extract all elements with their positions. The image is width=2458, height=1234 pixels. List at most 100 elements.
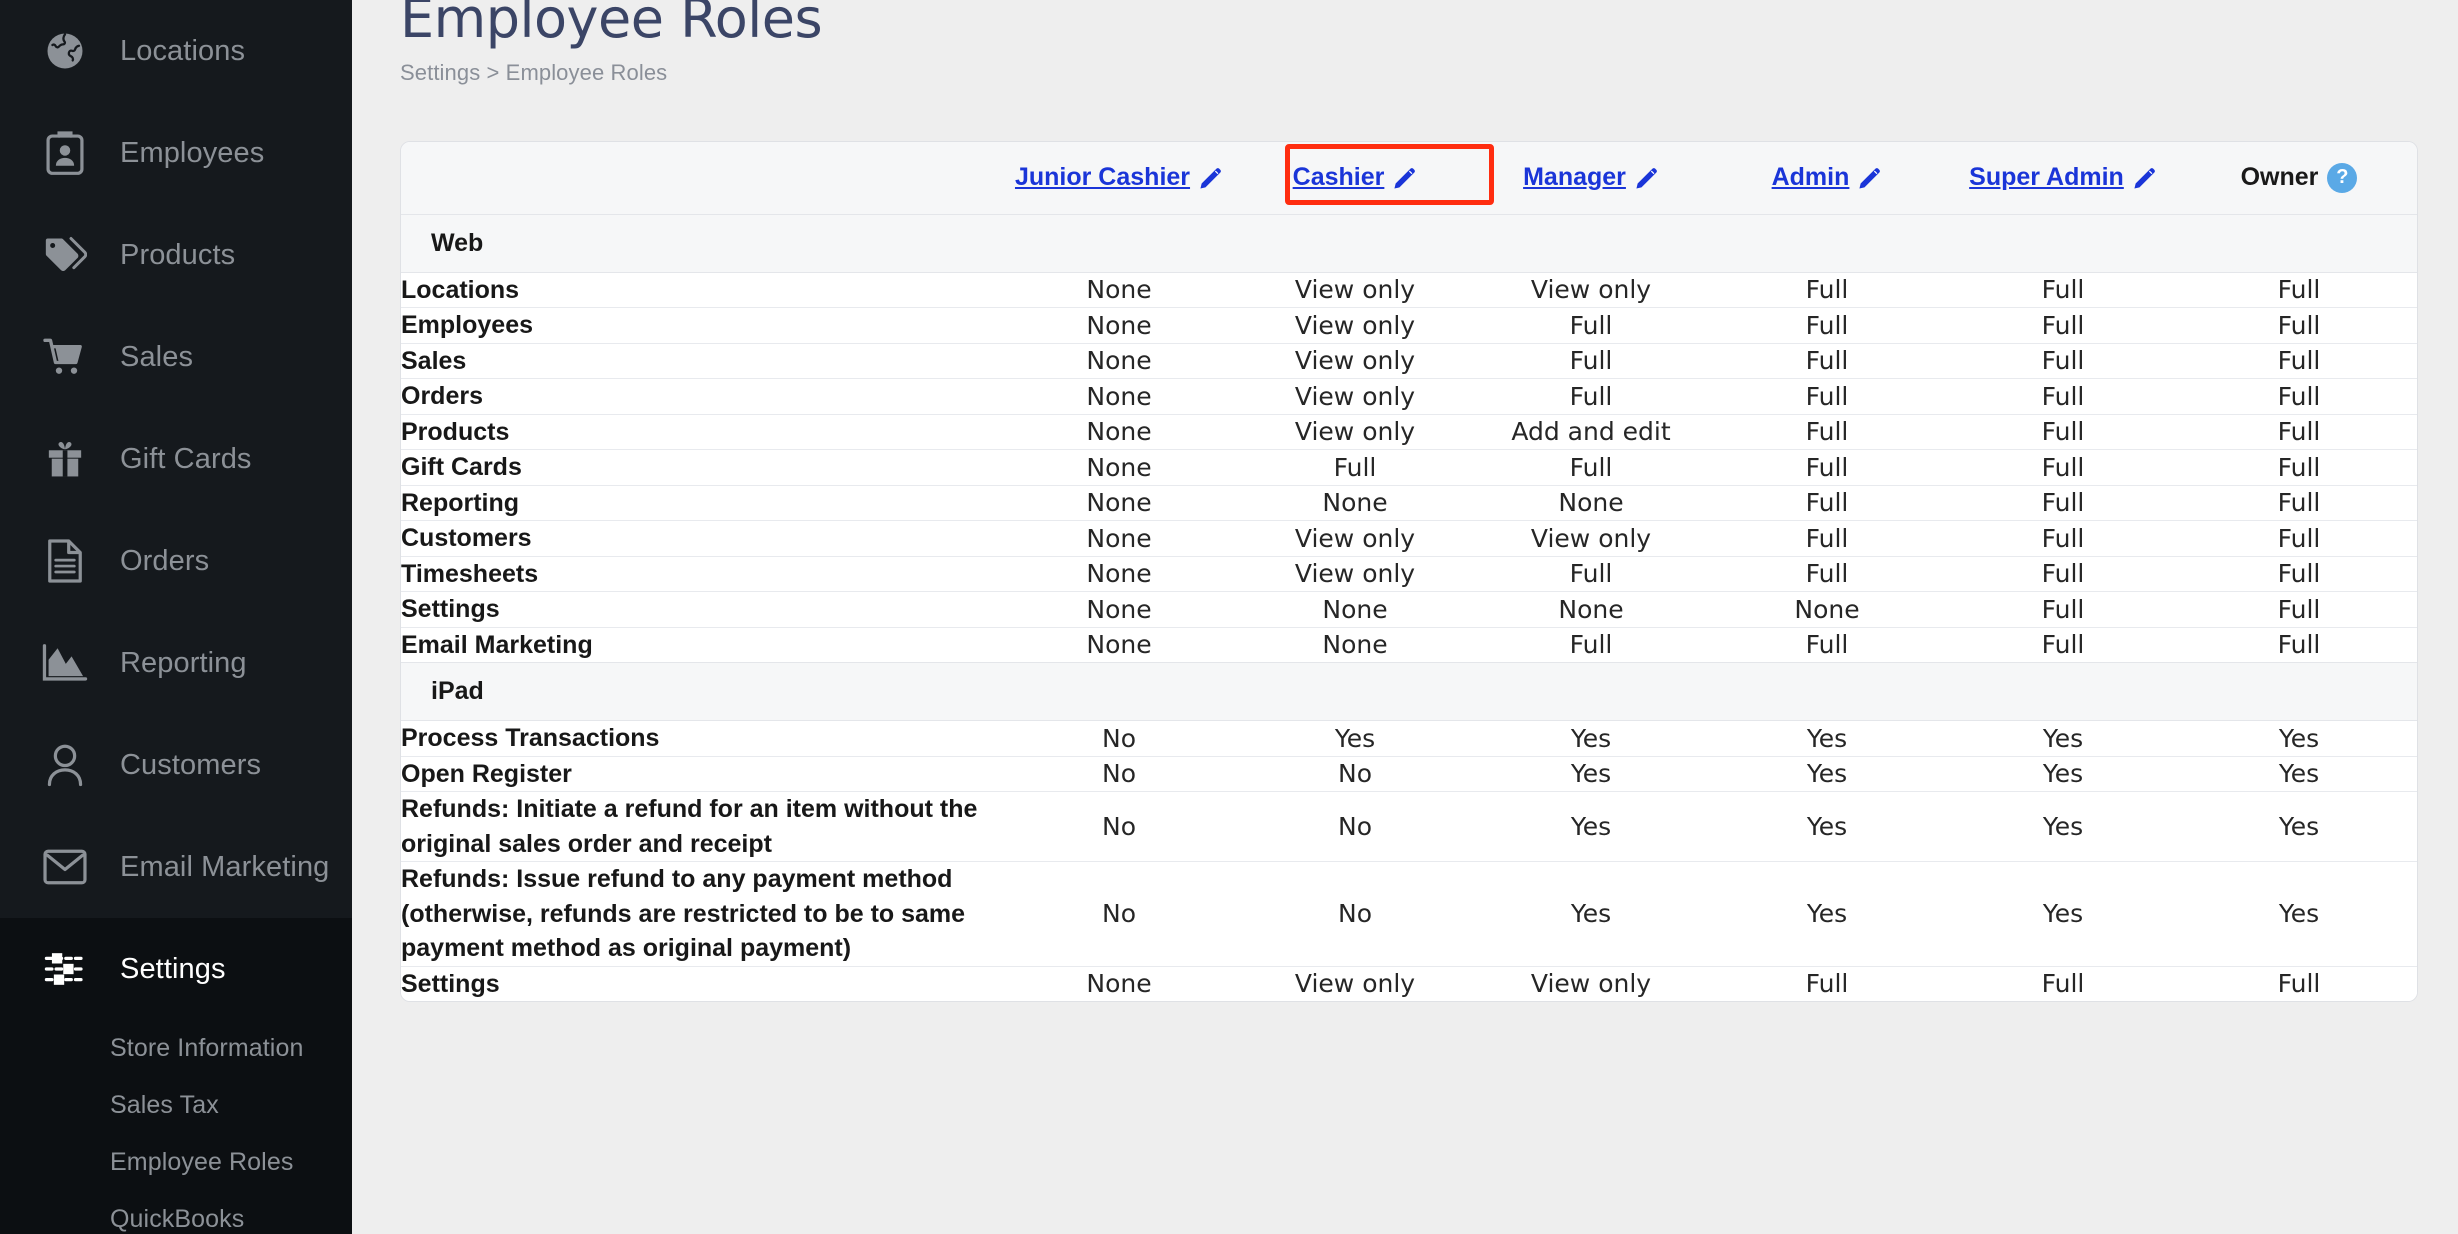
role-link[interactable]: Super Admin	[1969, 163, 2124, 192]
chart-icon	[42, 640, 88, 686]
sidebar-item-email-marketing[interactable]: Email Marketing	[0, 816, 352, 918]
permission-label: Sales	[401, 342, 1001, 379]
sidebar-item-label: Reporting	[120, 646, 247, 679]
permission-value: Yes	[1945, 791, 2181, 862]
permission-value: None	[1001, 342, 1237, 379]
pencil-icon[interactable]	[1199, 166, 1223, 190]
permission-value: View only	[1473, 965, 1709, 1001]
table-header-row: Junior Cashier Cashier Manager Admin Super A…	[401, 142, 2417, 214]
sidebar-item-settings[interactable]: Settings	[0, 918, 352, 1020]
table-row: Settings None View only View only Full Full Fu…	[401, 965, 2417, 1001]
page-title: Employee Roles	[400, 0, 823, 50]
table-corner-cell	[401, 142, 1001, 214]
sidebar-item-gift-cards[interactable]: Gift Cards	[0, 408, 352, 510]
breadcrumb: Settings > Employee Roles	[400, 60, 668, 85]
subnav-item-store-information[interactable]: Store Information	[0, 1020, 352, 1077]
permission-label: Employees	[401, 307, 1001, 343]
permission-value: No	[1237, 791, 1473, 862]
permission-value: No	[1001, 791, 1237, 862]
permission-value: Full	[1473, 449, 1709, 485]
sidebar-item-label: Employees	[120, 136, 265, 169]
table-row: Refunds: Initiate a refund for an item w…	[401, 791, 2417, 862]
section-label: Web	[401, 213, 1001, 273]
role-link[interactable]: Admin	[1772, 163, 1850, 192]
subnav-item-quickbooks[interactable]: QuickBooks	[0, 1191, 352, 1234]
permission-value: No	[1237, 755, 1473, 792]
permission-value: Full	[1709, 413, 1945, 450]
permission-value: Yes	[2181, 720, 2417, 756]
permission-value: None	[1001, 626, 1237, 663]
permission-value: None	[1001, 271, 1237, 308]
role-header-group: Cashier	[1293, 163, 1418, 192]
app-root: Locations Employees Products Sales Gift Card…	[0, 0, 2458, 1234]
permission-label: Refunds: Initiate a refund for an item w…	[401, 791, 1001, 862]
permission-label: Timesheets	[401, 555, 1001, 592]
permission-value: Yes	[1709, 861, 1945, 966]
role-link[interactable]: Cashier	[1293, 163, 1385, 192]
sidebar-item-orders[interactable]: Orders	[0, 510, 352, 612]
sidebar-item-locations[interactable]: Locations	[0, 0, 352, 102]
permission-value: No	[1001, 861, 1237, 966]
sidebar-item-sales[interactable]: Sales	[0, 306, 352, 408]
permission-value: None	[1473, 591, 1709, 627]
pencil-icon[interactable]	[1858, 166, 1882, 190]
table-row: Gift Cards None Full Full Full Full Full	[401, 449, 2417, 485]
role-header-group: Owner?	[2241, 162, 2358, 193]
sidebar-item-customers[interactable]: Customers	[0, 714, 352, 816]
permission-value: Full	[1473, 626, 1709, 663]
permission-value: No	[1001, 720, 1237, 756]
pencil-icon[interactable]	[1635, 166, 1659, 190]
table-row: Settings None None None None Full Full	[401, 591, 2417, 627]
permission-value: Full	[1945, 965, 2181, 1001]
permission-value: Full	[2181, 342, 2417, 379]
permission-value: None	[1001, 555, 1237, 592]
pencil-icon[interactable]	[2133, 166, 2157, 190]
permission-value: Full	[2181, 484, 2417, 521]
role-header-group: Manager	[1523, 163, 1659, 192]
role-column-junior-cashier: Junior Cashier	[1001, 142, 1237, 214]
table-row: Sales None View only Full Full Full Full	[401, 342, 2417, 379]
help-icon[interactable]: ?	[2327, 162, 2358, 193]
table-row: Employees None View only Full Full Full Full	[401, 307, 2417, 343]
permission-value: Full	[1237, 449, 1473, 485]
permission-value: Full	[1473, 307, 1709, 343]
role-link[interactable]: Junior Cashier	[1015, 163, 1190, 192]
permission-value: Full	[1945, 449, 2181, 485]
sidebar-item-label: Email Marketing	[120, 850, 330, 883]
permission-value: View only	[1237, 378, 1473, 414]
role-header-group: Super Admin	[1969, 163, 2157, 192]
sidebar-item-products[interactable]: Products	[0, 204, 352, 306]
permission-label: Process Transactions	[401, 720, 1001, 756]
permission-value: Full	[1709, 965, 1945, 1001]
cart-icon	[42, 334, 88, 380]
permission-label: Customers	[401, 520, 1001, 556]
permission-label: Orders	[401, 378, 1001, 414]
table-row: Email Marketing None None Full Full Full Full	[401, 626, 2417, 663]
section-label: iPad	[401, 662, 1001, 721]
permission-value: Yes	[2181, 791, 2417, 862]
sidebar-item-label: Gift Cards	[120, 442, 252, 475]
role-link[interactable]: Manager	[1523, 163, 1626, 192]
gift-icon	[42, 436, 88, 482]
permission-value: No	[1237, 861, 1473, 966]
permission-label: Email Marketing	[401, 626, 1001, 663]
permission-value: None	[1001, 378, 1237, 414]
permission-value: None	[1001, 965, 1237, 1001]
section-header-row: iPad	[401, 662, 2417, 721]
sidebar-item-reporting[interactable]: Reporting	[0, 612, 352, 714]
role-header-group: Admin	[1772, 163, 1883, 192]
section-spacer	[1001, 213, 2417, 273]
sidebar-item-label: Orders	[120, 544, 210, 577]
permission-value: Yes	[2181, 755, 2417, 792]
permission-value: None	[1473, 484, 1709, 521]
sidebar-item-employees[interactable]: Employees	[0, 102, 352, 204]
pencil-icon[interactable]	[1393, 166, 1417, 190]
table-row: Timesheets None View only Full Full Full Full	[401, 555, 2417, 592]
role-column-cashier: Cashier	[1237, 142, 1473, 214]
subnav-item-sales-tax[interactable]: Sales Tax	[0, 1077, 352, 1134]
permission-value: Full	[1709, 555, 1945, 592]
subnav-item-employee-roles[interactable]: Employee Roles	[0, 1134, 352, 1191]
role-header-group: Junior Cashier	[1015, 163, 1223, 192]
permission-value: None	[1709, 591, 1945, 627]
badge-icon	[42, 130, 88, 176]
